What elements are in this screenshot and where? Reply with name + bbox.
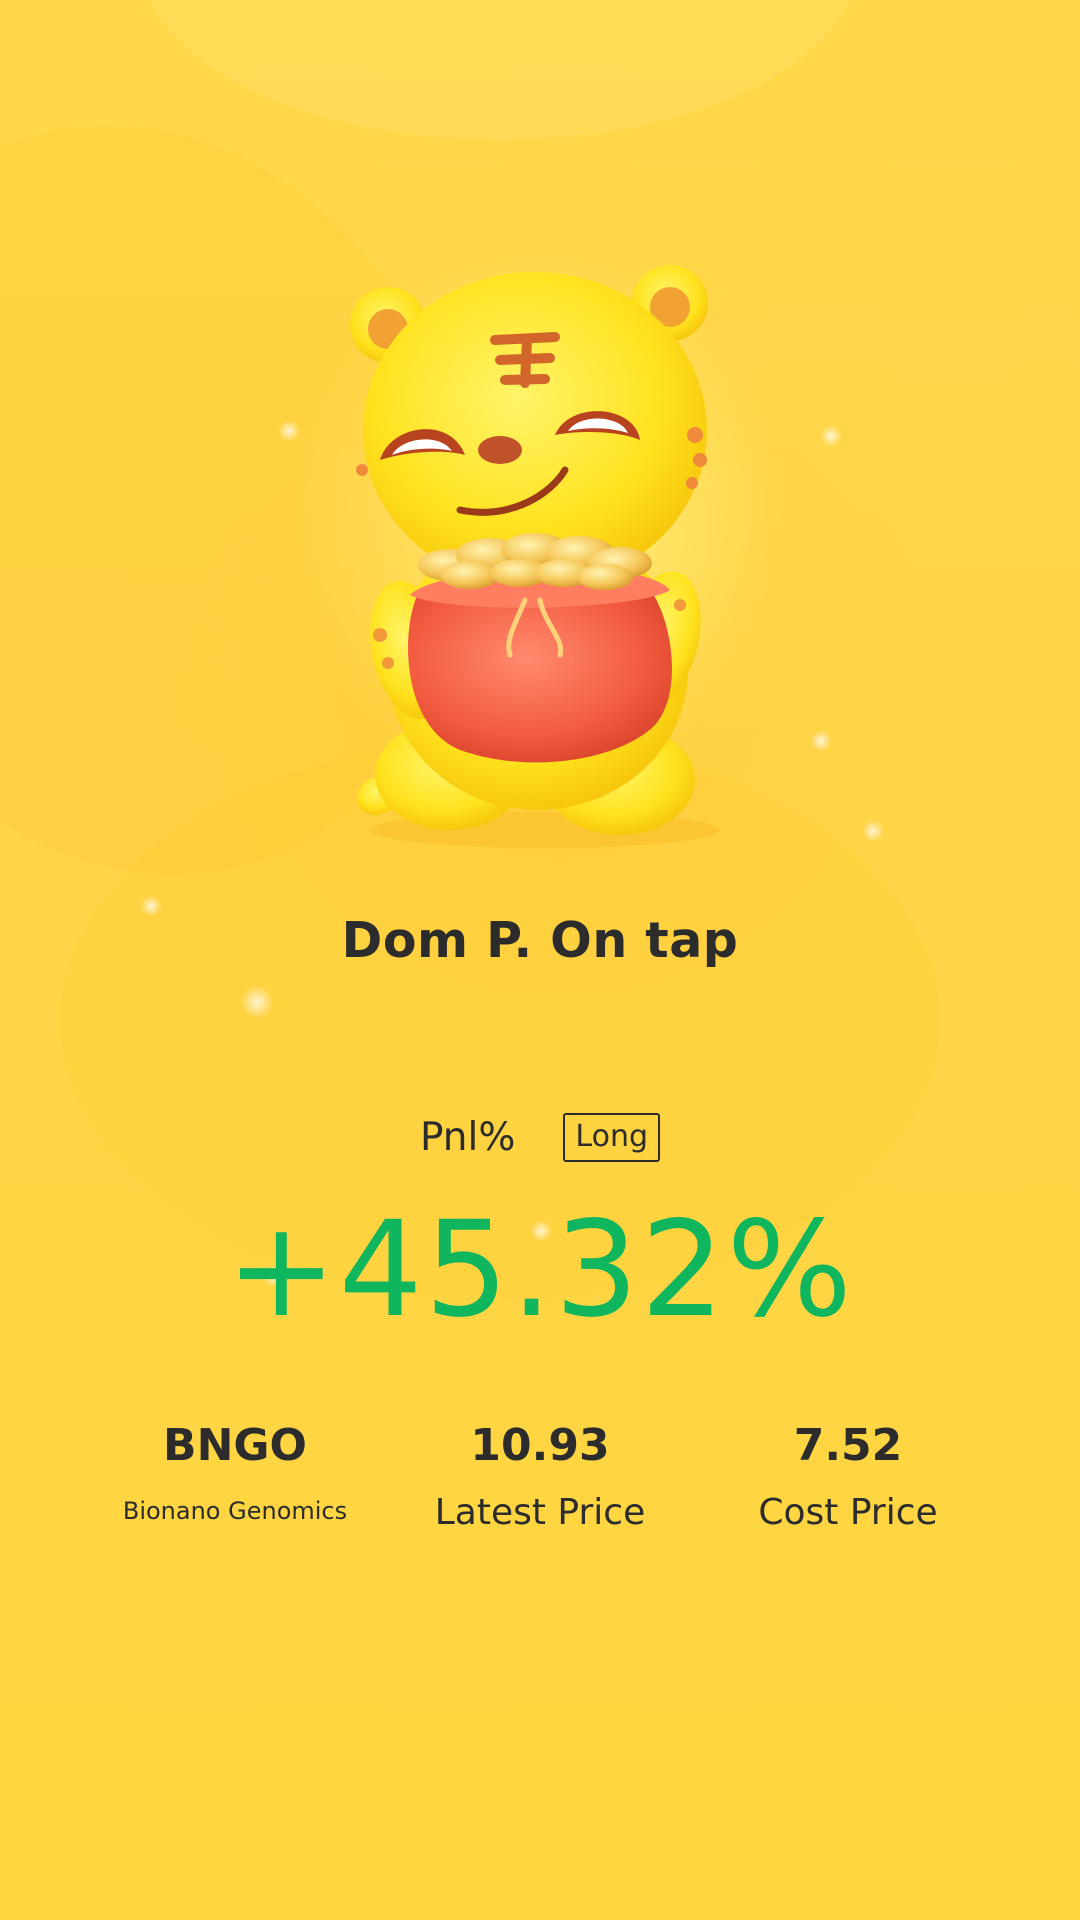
pnl-header: Pnl% Long <box>0 1113 1080 1162</box>
latest-price-value: 10.93 <box>470 1420 610 1471</box>
cost-price-block: 7.52 Cost Price <box>698 1420 998 1534</box>
sparkle-dot <box>278 420 300 442</box>
background-wave <box>140 0 860 140</box>
tiger-mascot-illustration <box>340 255 740 855</box>
card-title: Dom P. On tap <box>341 912 739 969</box>
cost-price-label: Cost Price <box>758 1492 938 1533</box>
stock-ticker: BNGO <box>163 1420 307 1471</box>
stock-company-name: Bionano Genomics <box>122 1497 348 1525</box>
sparkle-dot <box>810 730 832 752</box>
sparkle-dot <box>862 820 884 842</box>
stock-info: BNGO Bionano Genomics <box>85 1420 385 1532</box>
pnl-label: Pnl% <box>419 1115 516 1160</box>
latest-price-label: Latest Price <box>434 1492 646 1533</box>
cost-price-value: 7.52 <box>793 1420 903 1471</box>
latest-price-block: 10.93 Latest Price <box>390 1420 690 1534</box>
position-direction-badge: Long <box>563 1113 661 1162</box>
sparkle-dot <box>240 985 274 1019</box>
sparkle-dot <box>820 425 842 447</box>
pnl-percentage: +45.32% <box>226 1193 854 1347</box>
